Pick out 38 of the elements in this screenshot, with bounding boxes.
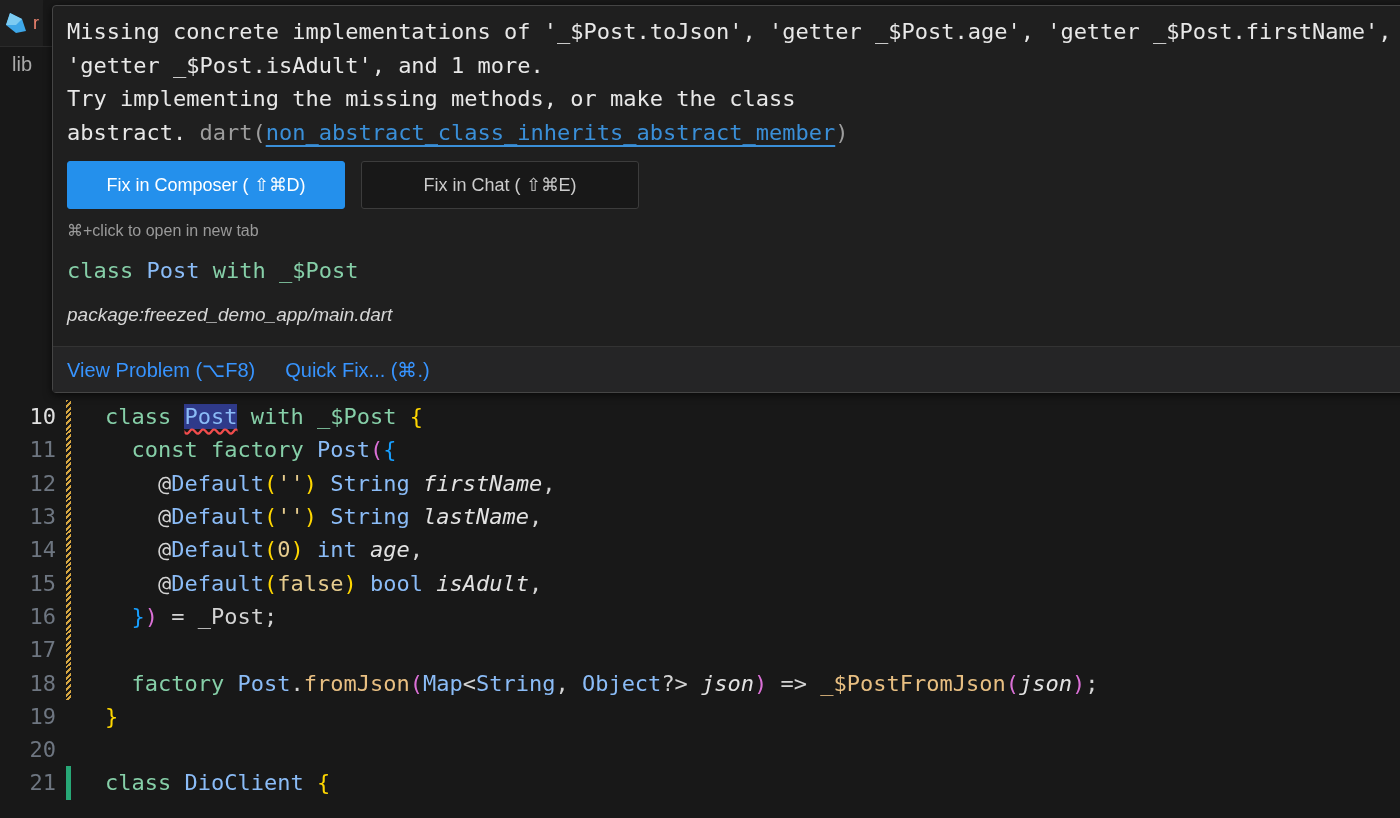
line-number: 13 bbox=[28, 504, 56, 530]
editor-tab[interactable]: r bbox=[0, 0, 43, 46]
code-line: @Default(false) bool isAdult, bbox=[156, 570, 543, 596]
line-number: 17 bbox=[28, 637, 56, 663]
line-number: 14 bbox=[28, 537, 56, 563]
error-message: Missing concrete implementations of '_$Post.toJson', 'getter _$Post.age', 'getter _$Post.firstName', bbox=[67, 18, 1393, 46]
fix-in-chat-button[interactable]: Fix in Chat ( ⇧⌘E) bbox=[361, 161, 639, 209]
code-line: factory Post.fromJson(Map<String, Object?> json) => _$PostFromJson(json); bbox=[130, 670, 1099, 696]
fix-in-composer-button[interactable]: Fix in Composer ( ⇧⌘D) bbox=[67, 161, 345, 209]
code-line: @Default(0) int age, bbox=[156, 537, 423, 563]
line-number: 10 bbox=[28, 404, 56, 430]
breadcrumb-item[interactable]: lib bbox=[12, 52, 32, 76]
view-problem-link[interactable]: View Problem (⌥F8) bbox=[67, 357, 256, 382]
line-number: 11 bbox=[28, 437, 56, 463]
declaration-code: class Post with _$Post bbox=[67, 258, 360, 283]
hint-text: ⌘+click to open in new tab bbox=[67, 221, 260, 240]
code-line: class DioClient { bbox=[105, 770, 331, 796]
line-number: 12 bbox=[28, 470, 56, 496]
code-line: @Default('') String firstName, bbox=[156, 470, 556, 496]
line-number: 21 bbox=[28, 770, 56, 796]
file-type-icon bbox=[4, 11, 28, 35]
file-path: package:freezed_demo_app/main.dart bbox=[67, 304, 394, 326]
error-message: Try implementing the missing methods, or make the class bbox=[67, 85, 797, 113]
line-number: 15 bbox=[28, 570, 56, 596]
code-line: @Default('') String lastName, bbox=[156, 504, 543, 530]
error-message: abstract. dart(non_abstract_class_inherits_abstract_member) bbox=[67, 118, 850, 147]
quick-fix-link[interactable]: Quick Fix... (⌘.) bbox=[285, 357, 430, 382]
error-code-link[interactable]: non_abstract_class_inherits_abstract_member bbox=[265, 119, 836, 145]
error-message: 'getter _$Post.isAdult', and 1 more. bbox=[67, 51, 545, 80]
line-number: 19 bbox=[28, 703, 56, 729]
line-number: 16 bbox=[28, 603, 56, 629]
line-number: 18 bbox=[28, 670, 56, 696]
code-line: } bbox=[105, 703, 119, 729]
code-line: class Post with _$Post { bbox=[105, 404, 423, 430]
code-line: }) = _Post; bbox=[130, 603, 278, 629]
line-number: 20 bbox=[28, 737, 56, 763]
tab-label: r bbox=[33, 12, 39, 34]
code-line: const factory Post({ bbox=[130, 437, 397, 463]
